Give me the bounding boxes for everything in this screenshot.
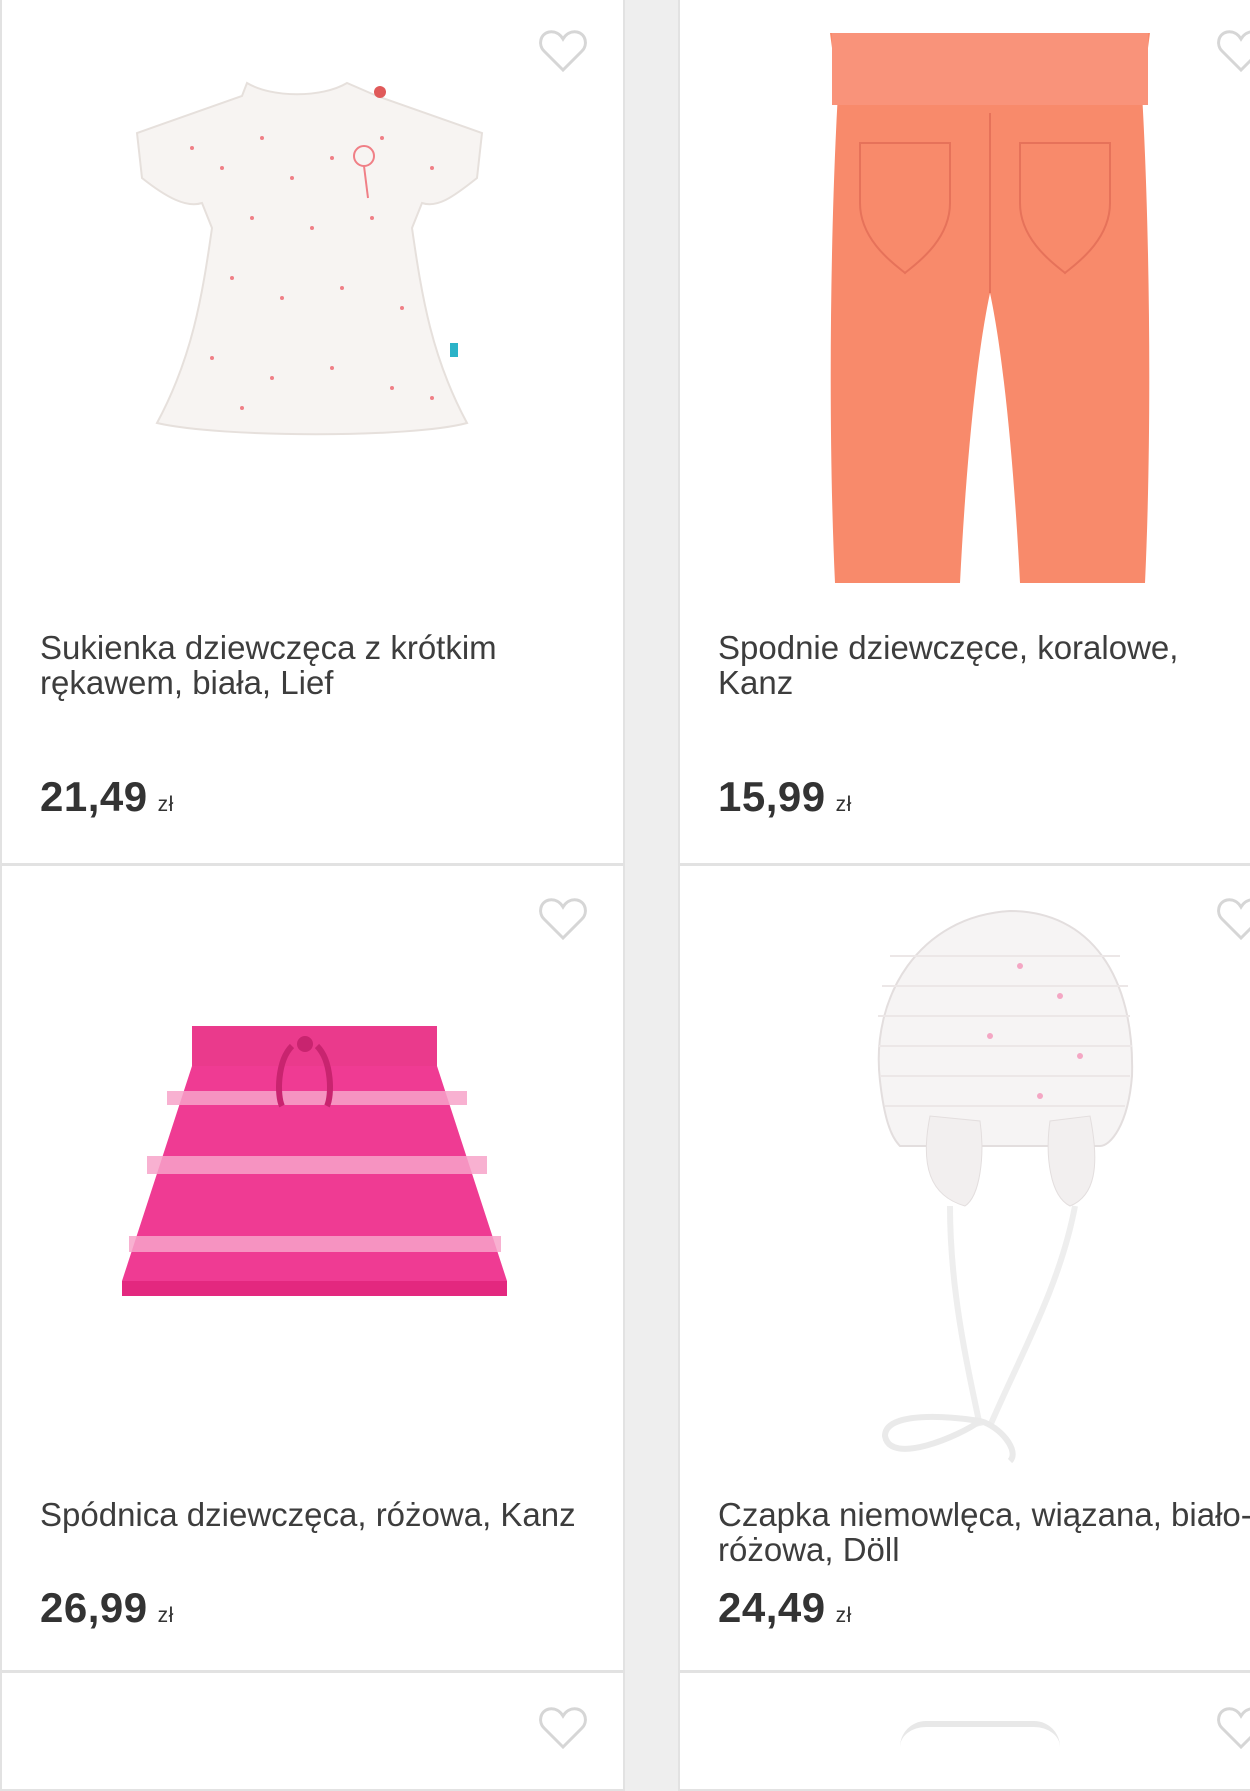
price-currency: zł xyxy=(835,793,852,816)
heart-icon[interactable] xyxy=(538,896,588,942)
product-title[interactable]: Czapka niemowlęca, wiązana, biało-różowa… xyxy=(718,1497,1250,1567)
product-price: 21,49 zł xyxy=(40,773,174,821)
price-value: 26,99 xyxy=(40,1584,148,1631)
price-currency: zł xyxy=(157,793,174,816)
product-price: 26,99 zł xyxy=(40,1584,174,1632)
product-card[interactable] xyxy=(0,1671,625,1791)
pants-image[interactable] xyxy=(820,33,1160,585)
product-price: 15,99 zł xyxy=(718,773,852,821)
product-card[interactable]: Sukienka dziewczęca z krótkim rękawem, b… xyxy=(0,0,625,865)
product-card[interactable]: Spodnie dziewczęce, koralowe, Kanz 15,99… xyxy=(678,0,1250,865)
product-card[interactable] xyxy=(678,1671,1250,1791)
heart-icon[interactable] xyxy=(1216,28,1250,74)
product-card[interactable]: Spódnica dziewczęca, różowa, Kanz 26,99 z… xyxy=(0,864,625,1672)
price-currency: zł xyxy=(835,1604,852,1627)
product-image-partial[interactable] xyxy=(900,1721,1060,1747)
product-title[interactable]: Spódnica dziewczęca, różowa, Kanz xyxy=(40,1497,580,1532)
price-value: 21,49 xyxy=(40,773,148,820)
product-price: 24,49 zł xyxy=(718,1584,852,1632)
heart-icon[interactable] xyxy=(538,28,588,74)
heart-icon[interactable] xyxy=(538,1705,588,1751)
hat-image[interactable] xyxy=(870,906,1140,1466)
price-value: 15,99 xyxy=(718,773,826,820)
product-title[interactable]: Sukienka dziewczęca z krótkim rękawem, b… xyxy=(40,630,580,700)
product-card[interactable]: Czapka niemowlęca, wiązana, biało-różowa… xyxy=(678,864,1250,1672)
dress-image[interactable] xyxy=(132,78,492,438)
skirt-image[interactable] xyxy=(117,1026,512,1316)
price-value: 24,49 xyxy=(718,1584,826,1631)
product-title[interactable]: Spodnie dziewczęce, koralowe, Kanz xyxy=(718,630,1250,700)
price-currency: zł xyxy=(157,1604,174,1627)
heart-icon[interactable] xyxy=(1216,1705,1250,1751)
heart-icon[interactable] xyxy=(1216,896,1250,942)
